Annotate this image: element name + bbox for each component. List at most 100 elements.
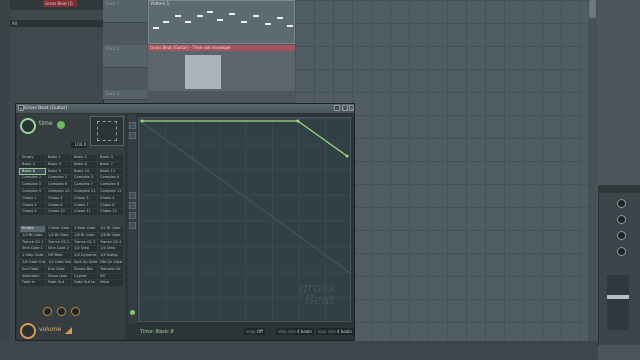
preset-item[interactable]: Chaos 7 — [72, 202, 97, 209]
preset-item[interactable]: Complex 6 — [46, 182, 71, 188]
preset-item[interactable]: 1/4 Swing — [98, 253, 123, 259]
preset-item[interactable]: End Fade — [20, 266, 45, 273]
vertical-scrollbar[interactable] — [588, 0, 597, 360]
browser-selected-tag[interactable]: Gross Beat (G — [43, 0, 77, 7]
preset-item[interactable]: Complex 5 — [20, 182, 45, 188]
flip-tool-icon[interactable] — [129, 202, 136, 209]
shift-tool-icon[interactable] — [129, 212, 136, 219]
preset-item[interactable]: Trance G1 2 — [46, 239, 71, 246]
preset-item[interactable]: 1/3 Bt Gate — [20, 232, 45, 239]
tension-knob[interactable] — [71, 307, 80, 316]
preset-item[interactable]: Sine Gate 1 — [20, 246, 45, 253]
preset-item[interactable]: 1/4 Dynamic — [72, 253, 97, 259]
minimize-icon[interactable]: – — [334, 105, 340, 111]
preset-item[interactable]: Basic 9 — [46, 168, 71, 175]
preset-item[interactable]: 3 Beat Gate — [72, 226, 97, 232]
preset-item[interactable]: Complex 12 — [98, 188, 123, 195]
volume-ramp-icon[interactable] — [65, 327, 72, 334]
preset-item[interactable]: Chaos 9 — [20, 209, 45, 216]
attack-knob[interactable] — [43, 307, 52, 316]
window-title[interactable]: Gross Beat (Guitar) — [16, 104, 354, 113]
preset-item[interactable]: Cypher — [72, 273, 97, 280]
preset-item[interactable]: Chaos 10 — [46, 209, 71, 216]
preset-item[interactable]: 1/4 Gate Out — [20, 259, 45, 266]
snap-tool-icon[interactable] — [129, 192, 136, 199]
preset-item[interactable]: 1/6 Bt Gate — [72, 232, 97, 239]
window-menu-icon[interactable]: ≡ — [18, 105, 24, 111]
preset-item[interactable]: Complex 11 — [72, 188, 97, 195]
preset-item[interactable]: Sprt Up Gate — [72, 259, 97, 266]
preset-item[interactable]: Chaos 12 — [98, 209, 123, 216]
preset-item[interactable]: End Gate — [46, 266, 71, 273]
detach-icon[interactable]: □ — [342, 105, 348, 111]
mixer-knob[interactable] — [617, 199, 626, 208]
draw-tool-icon[interactable] — [129, 132, 136, 139]
preset-item[interactable]: Chaos 1 — [20, 195, 45, 202]
preset-item[interactable]: Basic 5 — [46, 161, 71, 168]
preset-item[interactable]: Tremolo Fst — [98, 266, 123, 273]
envelope-point[interactable] — [345, 154, 349, 158]
preset-item[interactable]: Basic 11 — [98, 168, 123, 175]
preset-item[interactable]: 1/2 Step — [72, 246, 97, 253]
preset-item[interactable]: 2 Beat Gate — [46, 226, 71, 232]
browser-filter[interactable]: All — [10, 20, 105, 27]
mixer-knob[interactable] — [617, 247, 626, 256]
time-mix-knob[interactable] — [20, 118, 36, 134]
release-knob[interactable] — [57, 307, 66, 316]
preset-item[interactable]: 1 Step Gate — [20, 253, 45, 259]
mix-value-field[interactable]: 100.0 — [71, 142, 87, 148]
preset-item[interactable]: 1/4 Bt Gate — [46, 232, 71, 239]
preset-item[interactable]: Chaos 2 — [46, 195, 71, 202]
preset-item[interactable]: Complex 10 — [46, 188, 71, 195]
preset-item[interactable]: Basic 3 — [98, 155, 123, 161]
preset-item[interactable]: Complex 4 — [98, 175, 123, 182]
preset-item[interactable]: Off Beat — [46, 253, 71, 259]
close-icon[interactable]: × — [349, 105, 354, 111]
preset-item[interactable]: Trance G1 4 — [98, 239, 123, 246]
preset-item[interactable]: Complex 8 — [98, 182, 123, 188]
track-header-2[interactable]: Track 2 — [103, 45, 147, 68]
preset-item[interactable]: Drum Loss — [46, 273, 71, 280]
preset-item[interactable]: Trance G1 1 — [20, 239, 45, 246]
preset-item[interactable]: Basic 8 — [19, 167, 46, 176]
preset-item[interactable]: 1/8 Bt Gate — [98, 232, 123, 239]
preset-item[interactable]: Basic 6 — [72, 161, 97, 168]
preset-item[interactable]: Fade In — [20, 280, 45, 287]
scrollbar-thumb[interactable] — [589, 0, 596, 18]
preset-item[interactable]: Empty — [20, 226, 45, 232]
preset-item[interactable]: 1/4 Step — [98, 246, 123, 253]
mixer-fader-handle[interactable] — [607, 295, 629, 299]
preset-item[interactable]: Chaos 8 — [98, 202, 123, 209]
envelope-canvas[interactable]: gross Beat — [138, 117, 351, 322]
preset-item[interactable]: Trance G1 3 — [72, 239, 97, 246]
envelope-point[interactable] — [140, 119, 144, 123]
preset-item[interactable]: Fade Out — [46, 280, 71, 287]
preset-item[interactable]: Complex 2 — [46, 175, 71, 182]
envelope-clip[interactable] — [148, 51, 295, 91]
preset-item[interactable]: Basic 4 — [20, 161, 45, 168]
mixer-knob[interactable] — [617, 231, 626, 240]
track-header-3[interactable]: Track 3 — [103, 90, 147, 100]
preset-item[interactable]: Complex 1 — [20, 175, 45, 182]
preset-item[interactable]: Chaos 3 — [72, 195, 97, 202]
envelope-point[interactable] — [296, 119, 300, 123]
preset-item[interactable]: Stereo Bla — [72, 266, 97, 273]
preset-item[interactable]: Empty — [20, 155, 45, 161]
preset-item[interactable]: Dbl On Gate — [98, 259, 123, 266]
preset-item[interactable]: Chaos 6 — [46, 202, 71, 209]
preset-item[interactable]: Fade Out to — [72, 280, 97, 287]
preset-item[interactable]: Chaos 4 — [98, 195, 123, 202]
track-header-1[interactable]: Track 1 — [103, 0, 147, 23]
preset-item[interactable]: Sine Gate 2 — [46, 246, 71, 253]
preset-item[interactable]: Mute — [98, 280, 123, 287]
preset-item[interactable]: Basic 1 — [46, 155, 71, 161]
point-tool-icon[interactable] — [129, 122, 136, 129]
preset-item[interactable]: 1/2 Bt Gate — [98, 226, 123, 232]
step-size-field[interactable]: step size 4 beats — [276, 328, 314, 335]
preset-item[interactable]: Complex 3 — [72, 175, 97, 182]
loop-size-field[interactable]: loop size 4 beats — [316, 328, 354, 335]
preset-item[interactable]: 1/4 Gate Swi — [46, 259, 71, 266]
preset-item[interactable]: Basic 10 — [72, 168, 97, 175]
preset-item[interactable]: Complex 7 — [72, 182, 97, 188]
preset-item[interactable]: Eff — [98, 273, 123, 280]
